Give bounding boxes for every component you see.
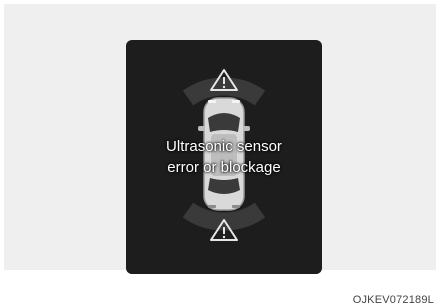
figure-code: OJKEV072189L bbox=[352, 294, 434, 306]
front-sensor-arc bbox=[182, 77, 266, 106]
warning-message-line1: Ultrasonic sensor bbox=[166, 138, 282, 155]
warning-message: Ultrasonic sensor error or blockage bbox=[126, 136, 322, 178]
cluster-display: Ultrasonic sensor error or blockage bbox=[126, 40, 322, 274]
warning-message-line2: error or blockage bbox=[167, 159, 281, 176]
